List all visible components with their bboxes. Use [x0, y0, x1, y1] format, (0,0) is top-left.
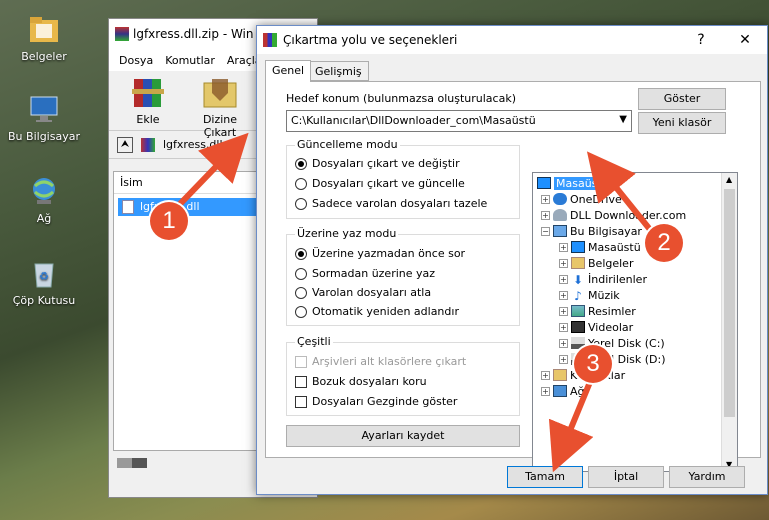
- network-icon: [27, 174, 61, 208]
- radio-ask-before-overwrite[interactable]: Üzerine yazmadan önce sor: [295, 247, 465, 260]
- help-question-icon[interactable]: ?: [679, 26, 723, 54]
- folder-icon: [27, 12, 61, 46]
- add-button[interactable]: Ekle: [117, 75, 179, 126]
- tree-item-videos[interactable]: + Videolar: [559, 319, 633, 335]
- step-badge-3: 3: [574, 345, 612, 383]
- destination-path-combo[interactable]: C:\Kullanıcılar\DllDownloader_com\Masaüs…: [286, 110, 632, 132]
- extract-folder-icon: [200, 75, 240, 111]
- destination-label: Hedef konum (bulunmazsa oluşturulacak): [286, 92, 516, 105]
- film-icon: [571, 321, 585, 333]
- step-badge-1: 1: [150, 202, 188, 240]
- show-button[interactable]: Göster: [638, 88, 726, 110]
- tree-item-dlldownloader[interactable]: + DLL Downloader.com: [541, 207, 686, 223]
- checkbox-extract-subfolders: Arşivleri alt klasörlere çıkart: [295, 355, 466, 368]
- desktop-icon: [571, 241, 585, 253]
- scroll-up-icon[interactable]: ▲: [726, 175, 732, 184]
- computer-icon: [27, 92, 61, 126]
- expand-icon[interactable]: +: [541, 210, 550, 220]
- help-button[interactable]: Yardım: [669, 466, 745, 488]
- radio-freshen-existing[interactable]: Sadece varolan dosyaları tazele: [295, 197, 487, 210]
- tree-item-desktop[interactable]: Masaüstü: [537, 175, 611, 191]
- desktop-icon-this-pc[interactable]: Bu Bilgisayar: [5, 92, 83, 143]
- music-note-icon: ♪: [574, 289, 582, 303]
- ok-button[interactable]: Tamam: [507, 466, 583, 488]
- drive-key-icon: [117, 458, 147, 468]
- computer-icon: [553, 225, 567, 237]
- expand-icon[interactable]: +: [559, 322, 568, 332]
- tree-item-this-pc[interactable]: − Bu Bilgisayar: [541, 223, 642, 239]
- tree-item-local-disk-c[interactable]: + Yerel Disk (C:): [559, 335, 665, 351]
- tree-item-onedrive[interactable]: + OneDrive: [541, 191, 622, 207]
- update-mode-group: Güncelleme modu Dosyaları çıkart ve deği…: [286, 138, 520, 219]
- winrar-app-icon: [115, 27, 129, 41]
- desktop-icon-recycle-bin[interactable]: ♻ Çöp Kutusu: [5, 256, 83, 307]
- tree-item-network[interactable]: + Ağ: [541, 383, 585, 399]
- checkbox-show-in-explorer[interactable]: Dosyaları Gezginde göster: [295, 395, 457, 408]
- radio-overwrite-without-prompt[interactable]: Sormadan üzerine yaz: [295, 267, 435, 280]
- new-folder-button[interactable]: Yeni klasör: [638, 112, 726, 134]
- collapse-icon[interactable]: −: [541, 226, 550, 236]
- scroll-thumb[interactable]: [724, 189, 735, 417]
- cloud-icon: [553, 193, 567, 205]
- expand-icon[interactable]: +: [541, 370, 550, 380]
- menu-commands[interactable]: Komutlar: [165, 54, 215, 67]
- expand-icon[interactable]: +: [559, 306, 568, 316]
- dialog-title-bar: Çıkartma yolu ve seçenekleri ? ✕: [257, 26, 767, 54]
- menu-file[interactable]: Dosya: [119, 54, 153, 67]
- user-icon: [553, 209, 567, 221]
- dll-file-icon: [122, 200, 134, 214]
- expand-icon[interactable]: +: [559, 354, 568, 364]
- expand-icon[interactable]: +: [559, 338, 568, 348]
- desktop-icon: [537, 177, 551, 189]
- overwrite-mode-group: Üzerine yaz modu Üzerine yazmadan önce s…: [286, 227, 520, 326]
- misc-group: Çeşitli Arşivleri alt klasörlere çıkart …: [286, 335, 520, 416]
- desktop-icon-network[interactable]: Ağ: [5, 174, 83, 225]
- network-icon: [553, 385, 567, 397]
- radio-extract-update[interactable]: Dosyaları çıkart ve güncelle: [295, 177, 465, 190]
- step-badge-2: 2: [645, 224, 683, 262]
- radio-extract-replace[interactable]: Dosyaları çıkart ve değiştir: [295, 157, 460, 170]
- tab-advanced[interactable]: Gelişmiş: [308, 61, 369, 81]
- tree-item-music[interactable]: + ♪ Müzik: [559, 287, 620, 303]
- tree-item-documents[interactable]: + Belgeler: [559, 255, 633, 271]
- dialog-title: Çıkartma yolu ve seçenekleri: [283, 33, 458, 47]
- radio-rename-automatically[interactable]: Otomatik yeniden adlandır: [295, 305, 459, 318]
- documents-icon: [571, 257, 585, 269]
- download-arrow-icon: ⬇: [572, 273, 584, 287]
- tree-item-pictures[interactable]: + Resimler: [559, 303, 636, 319]
- tab-general[interactable]: Genel: [265, 60, 312, 82]
- save-settings-button[interactable]: Ayarları kaydet: [286, 425, 520, 447]
- up-folder-icon[interactable]: ⮝: [117, 136, 133, 153]
- svg-text:♻: ♻: [39, 270, 49, 283]
- tree-item-downloads[interactable]: + ⬇ İndirilenler: [559, 271, 647, 287]
- expand-icon[interactable]: +: [559, 242, 568, 252]
- expand-icon[interactable]: +: [541, 386, 550, 396]
- winrar-books-icon: [263, 33, 277, 47]
- radio-skip-existing[interactable]: Varolan dosyaları atla: [295, 286, 431, 299]
- expand-icon[interactable]: +: [559, 258, 568, 268]
- general-panel: Hedef konum (bulunmazsa oluşturulacak) C…: [265, 81, 761, 472]
- close-icon[interactable]: ✕: [723, 26, 767, 54]
- desktop-icon-documents[interactable]: Belgeler: [5, 12, 83, 63]
- archive-icon: [141, 137, 155, 152]
- tree-item-desktop-sub[interactable]: + Masaüstü: [559, 239, 641, 255]
- extract-to-button[interactable]: Dizine Çıkart: [189, 75, 251, 139]
- libraries-icon: [553, 369, 567, 381]
- checkbox-keep-broken-files[interactable]: Bozuk dosyaları koru: [295, 375, 427, 388]
- expand-icon[interactable]: +: [559, 290, 568, 300]
- cancel-button[interactable]: İptal: [588, 466, 664, 488]
- tree-scrollbar[interactable]: ▲ ▼: [721, 173, 737, 471]
- folder-tree[interactable]: Masaüstü + OneDrive + DLL Downloader.com −…: [532, 172, 738, 472]
- extraction-dialog: Çıkartma yolu ve seçenekleri ? ✕ Genel G…: [256, 25, 768, 495]
- recycle-bin-icon: ♻: [27, 256, 61, 290]
- expand-icon[interactable]: +: [541, 194, 550, 204]
- books-icon: [128, 75, 168, 111]
- expand-icon[interactable]: +: [559, 274, 568, 284]
- chevron-down-icon[interactable]: ▼: [619, 114, 627, 125]
- pictures-icon: [571, 305, 585, 317]
